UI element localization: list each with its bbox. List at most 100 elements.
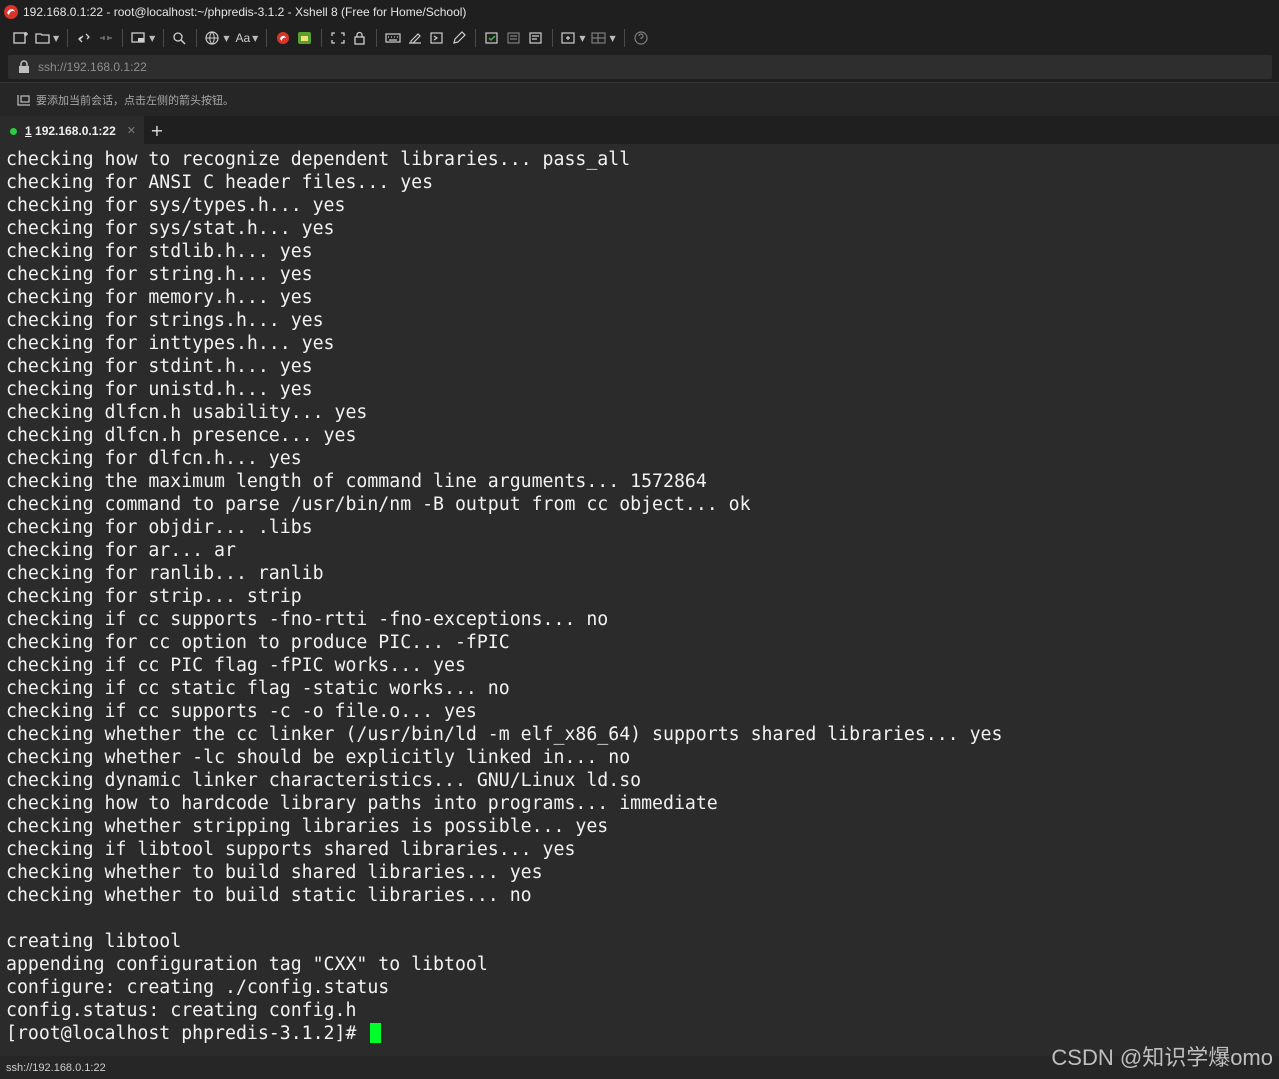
toolbar: ▼ ▼ ▼ Aa ▼ ▼ ▼ bbox=[0, 24, 1279, 52]
font-label: Aa bbox=[235, 31, 251, 45]
terminal-line: checking the maximum length of command l… bbox=[6, 471, 707, 492]
layout-icon[interactable]: ▼ bbox=[558, 27, 588, 49]
terminal-line: checking for sys/stat.h... yes bbox=[6, 218, 335, 239]
terminal-line: checking whether stripping libraries is … bbox=[6, 816, 609, 837]
new-tab-icon[interactable]: ▼ bbox=[128, 27, 158, 49]
terminal-line: checking for dlfcn.h... yes bbox=[6, 448, 302, 469]
terminal-line: configure: creating ./config.status bbox=[6, 977, 390, 998]
terminal-line: checking for stdint.h... yes bbox=[6, 356, 313, 377]
terminal-line: checking for sys/types.h... yes bbox=[6, 195, 346, 216]
terminal-line: checking for strings.h... yes bbox=[6, 310, 324, 331]
chevron-down-icon: ▼ bbox=[579, 33, 586, 43]
search-icon[interactable] bbox=[169, 27, 191, 49]
terminal-line: checking command to parse /usr/bin/nm -B… bbox=[6, 494, 751, 515]
chevron-down-icon: ▼ bbox=[149, 33, 156, 43]
help-icon[interactable] bbox=[630, 27, 652, 49]
add-session-arrow-icon[interactable] bbox=[16, 93, 32, 107]
add-tab-button[interactable]: + bbox=[144, 116, 170, 144]
toolbar-divider bbox=[67, 29, 69, 47]
address-bar: ssh://192.168.0.1:22 bbox=[0, 52, 1279, 82]
terminal-line: checking for ANSI C header files... yes bbox=[6, 172, 434, 193]
open-folder-icon[interactable]: ▼ bbox=[32, 27, 62, 49]
chevron-down-icon: ▼ bbox=[53, 33, 60, 43]
terminal-line: checking if cc static flag -static works… bbox=[6, 678, 510, 699]
terminal-line: checking for string.h... yes bbox=[6, 264, 313, 285]
toolbar-divider bbox=[475, 29, 477, 47]
terminal-line: checking if cc supports -fno-rtti -fno-e… bbox=[6, 609, 609, 630]
terminal-line: checking for cc option to produce PIC...… bbox=[6, 632, 510, 653]
terminal-line: checking if cc PIC flag -fPIC works... y… bbox=[6, 655, 466, 676]
font-icon[interactable]: Aa ▼ bbox=[232, 27, 261, 49]
xftp-icon[interactable] bbox=[294, 27, 316, 49]
lock-icon[interactable] bbox=[349, 27, 371, 49]
toolbar-divider bbox=[266, 29, 268, 47]
terminal-line: checking dynamic linker characteristics.… bbox=[6, 770, 642, 791]
terminal-line: checking how to recognize dependent libr… bbox=[6, 149, 631, 170]
terminal-line: checking whether -lc should be explicitl… bbox=[6, 747, 631, 768]
tab-index: 1 bbox=[25, 124, 32, 138]
shell-prompt: [root@localhost phpredis-3.1.2]# bbox=[6, 1023, 368, 1044]
keyboard-icon[interactable] bbox=[382, 27, 404, 49]
terminal-lines: checking how to recognize dependent libr… bbox=[6, 148, 1002, 1045]
terminal-line: checking for ar... ar bbox=[6, 540, 236, 561]
address-text: ssh://192.168.0.1:22 bbox=[38, 60, 147, 74]
toolbar-divider bbox=[321, 29, 323, 47]
chevron-down-icon: ▼ bbox=[223, 33, 230, 43]
lock-icon bbox=[19, 60, 29, 73]
status-connection-text: ssh://192.168.0.1:22 bbox=[6, 1061, 106, 1074]
tab-session[interactable]: 1 192.168.0.1:22 ✕ bbox=[0, 116, 144, 144]
globe-icon[interactable]: ▼ bbox=[202, 27, 232, 49]
terminal-line: checking whether the cc linker (/usr/bin… bbox=[6, 724, 1003, 745]
tab-host: 192.168.0.1:22 bbox=[35, 124, 116, 138]
new-session-icon[interactable] bbox=[10, 27, 32, 49]
terminal-line: config.status: creating config.h bbox=[6, 1000, 357, 1021]
terminal-line: checking if cc supports -c -o file.o... … bbox=[6, 701, 477, 722]
close-icon[interactable]: ✕ bbox=[127, 124, 136, 137]
toolbar-divider bbox=[163, 29, 165, 47]
fullscreen-icon[interactable] bbox=[327, 27, 349, 49]
layout-split-icon[interactable]: ▼ bbox=[588, 27, 618, 49]
window-title: 192.168.0.1:22 - root@localhost:~/phpred… bbox=[23, 5, 467, 19]
address-input[interactable]: ssh://192.168.0.1:22 bbox=[8, 55, 1272, 79]
toolbar-divider bbox=[552, 29, 554, 47]
terminal-line: checking for strip... strip bbox=[6, 586, 302, 607]
xshell-icon[interactable] bbox=[272, 27, 294, 49]
script-icon[interactable] bbox=[426, 27, 448, 49]
chevron-down-icon: ▼ bbox=[609, 33, 616, 43]
connect-icon[interactable] bbox=[73, 27, 95, 49]
tab-label: 1 192.168.0.1:22 bbox=[25, 124, 116, 138]
log-icon[interactable] bbox=[503, 27, 525, 49]
title-bar: 192.168.0.1:22 - root@localhost:~/phpred… bbox=[0, 0, 1279, 24]
terminal-line: appending configuration tag "CXX" to lib… bbox=[6, 954, 488, 975]
chevron-down-icon: ▼ bbox=[252, 33, 259, 43]
terminal-line: checking dlfcn.h presence... yes bbox=[6, 425, 357, 446]
terminal-prompt-line[interactable]: [root@localhost phpredis-3.1.2]# bbox=[6, 1022, 1002, 1045]
terminal-line: checking dlfcn.h usability... yes bbox=[6, 402, 368, 423]
terminal-line: checking for inttypes.h... yes bbox=[6, 333, 335, 354]
hint-text: 要添加当前会话，点击左侧的箭头按钮。 bbox=[36, 93, 234, 107]
terminal-line: checking for ranlib... ranlib bbox=[6, 563, 324, 584]
transfer-icon[interactable] bbox=[525, 27, 547, 49]
session-hint-bar: 要添加当前会话，点击左侧的箭头按钮。 bbox=[0, 82, 1279, 116]
compose-icon[interactable] bbox=[404, 27, 426, 49]
disconnect-icon[interactable] bbox=[95, 27, 117, 49]
highlight-icon[interactable] bbox=[481, 27, 503, 49]
terminal-output[interactable]: checking how to recognize dependent libr… bbox=[0, 144, 1279, 1056]
terminal-line: checking whether to build static librari… bbox=[6, 885, 532, 906]
xshell-app-icon bbox=[4, 5, 18, 19]
edit-icon[interactable] bbox=[448, 27, 470, 49]
terminal-line: checking how to hardcode library paths i… bbox=[6, 793, 718, 814]
terminal-line: checking for objdir... .libs bbox=[6, 517, 313, 538]
toolbar-divider bbox=[196, 29, 198, 47]
watermark: CSDN @知识学爆omo bbox=[1051, 1045, 1273, 1070]
terminal-cursor bbox=[370, 1023, 382, 1043]
terminal-line: checking if libtool supports shared libr… bbox=[6, 839, 576, 860]
connection-status-icon bbox=[10, 127, 17, 135]
terminal-line: checking for memory.h... yes bbox=[6, 287, 313, 308]
toolbar-divider bbox=[376, 29, 378, 47]
terminal-line: creating libtool bbox=[6, 931, 182, 952]
toolbar-divider bbox=[623, 29, 625, 47]
terminal-line: checking for unistd.h... yes bbox=[6, 379, 313, 400]
terminal-line: checking for stdlib.h... yes bbox=[6, 241, 313, 262]
